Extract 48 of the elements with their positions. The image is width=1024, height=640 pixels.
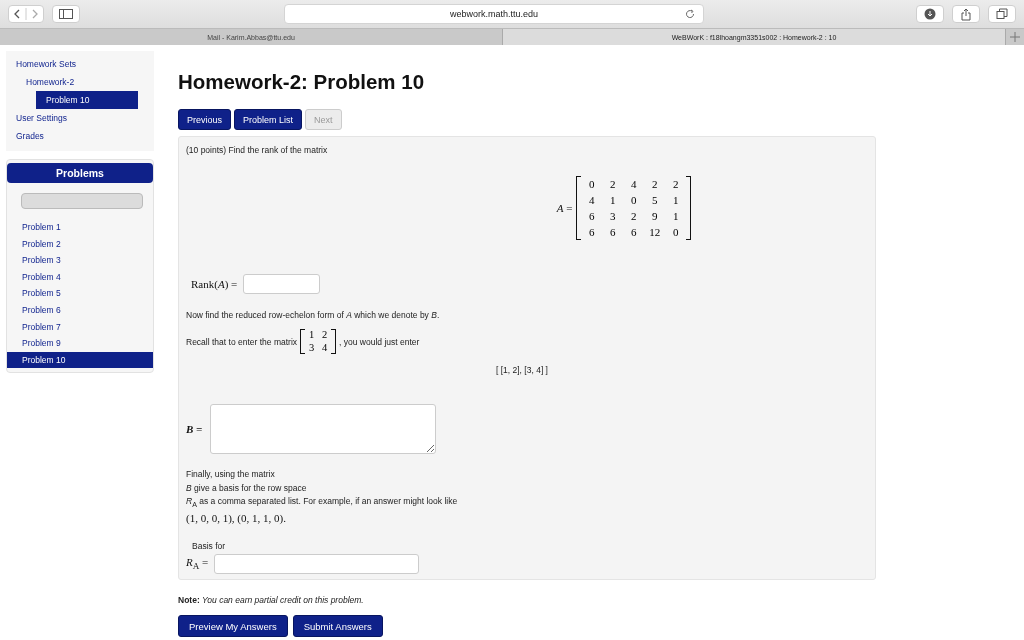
problem-link[interactable]: Problem 6 — [7, 301, 153, 319]
panel-header: Problems — [7, 163, 153, 183]
problem-text: (10 points) Find the rank of the matrix — [186, 145, 329, 155]
problem-link[interactable]: Problem 4 — [7, 268, 153, 286]
problem-link[interactable]: Problem 5 — [7, 285, 153, 302]
problem-link[interactable]: Problem 3 — [7, 252, 153, 269]
problem-text: Basis for — [192, 540, 227, 551]
math-label: Rank(A) = — [191, 278, 238, 290]
example-answer: (1, 0, 0, 1), (0, 1, 1, 0). — [186, 512, 287, 526]
share-icon[interactable] — [952, 5, 980, 23]
nav-link[interactable]: Grades — [16, 127, 144, 145]
submit-button[interactable]: Preview My Answers — [178, 615, 288, 637]
answer-box[interactable] — [210, 404, 437, 454]
problem-link[interactable]: Problem 10 — [7, 351, 153, 369]
nav-link[interactable]: Problem 10 — [36, 91, 138, 109]
nav-link[interactable]: User Settings — [16, 109, 144, 127]
example-entry: [ [1, 2], [3, 4] ] — [496, 365, 548, 375]
math-label: B = — [186, 423, 203, 435]
matrix: 0 2 4 2 2 4 1 0 5 1 6 3 2 9 1 6 6 6 12 0 — [576, 176, 692, 240]
answer-field[interactable] — [243, 274, 321, 294]
note-text: Note: You can earn partial credit on this problem. — [178, 595, 365, 605]
math-label: A = — [556, 202, 573, 214]
select-field[interactable] — [21, 193, 143, 209]
problem-text: Finally, using the matrix — [186, 468, 276, 481]
problem-link[interactable]: Problem 2 — [7, 235, 153, 253]
nav-link[interactable]: Homework Sets — [16, 55, 144, 73]
problem-text: Now find the reduced row-echelon form of A which we denote by B. — [186, 310, 441, 320]
tabs-icon[interactable] — [988, 5, 1016, 23]
problem-text: Recall that to enter the matrix — [186, 336, 298, 347]
problem-text: B give a basis for the row space — [186, 481, 308, 495]
matrix: 1 2 3 4 — [300, 329, 337, 354]
nav-link[interactable]: Homework-2 — [26, 73, 144, 91]
address-field[interactable]: webwork.math.ttu.edu — [284, 4, 704, 24]
answer-field[interactable] — [214, 553, 420, 574]
nav-button[interactable]: Previous — [178, 109, 231, 130]
page-heading: Homework-2: Problem 10 — [178, 70, 426, 94]
problem-link[interactable]: Problem 1 — [7, 219, 153, 236]
problem-link[interactable]: Problem 7 — [7, 318, 153, 336]
submit-button[interactable]: Submit Answers — [292, 615, 383, 637]
download-icon[interactable] — [916, 5, 944, 23]
back-forward-buttons[interactable] — [8, 5, 44, 23]
reload-icon[interactable] — [685, 9, 695, 19]
math-label: R$_{A}$ = — [186, 556, 209, 572]
problem-text: R$_{A}$ as a comma separated list. For example, if an answer might look like — [186, 495, 459, 511]
problem-text: , you would just enter — [339, 336, 420, 347]
nav-button[interactable]: Problem List — [234, 109, 303, 130]
problem-link[interactable]: Problem 9 — [7, 335, 153, 352]
sidebar-icon[interactable] — [52, 5, 80, 23]
